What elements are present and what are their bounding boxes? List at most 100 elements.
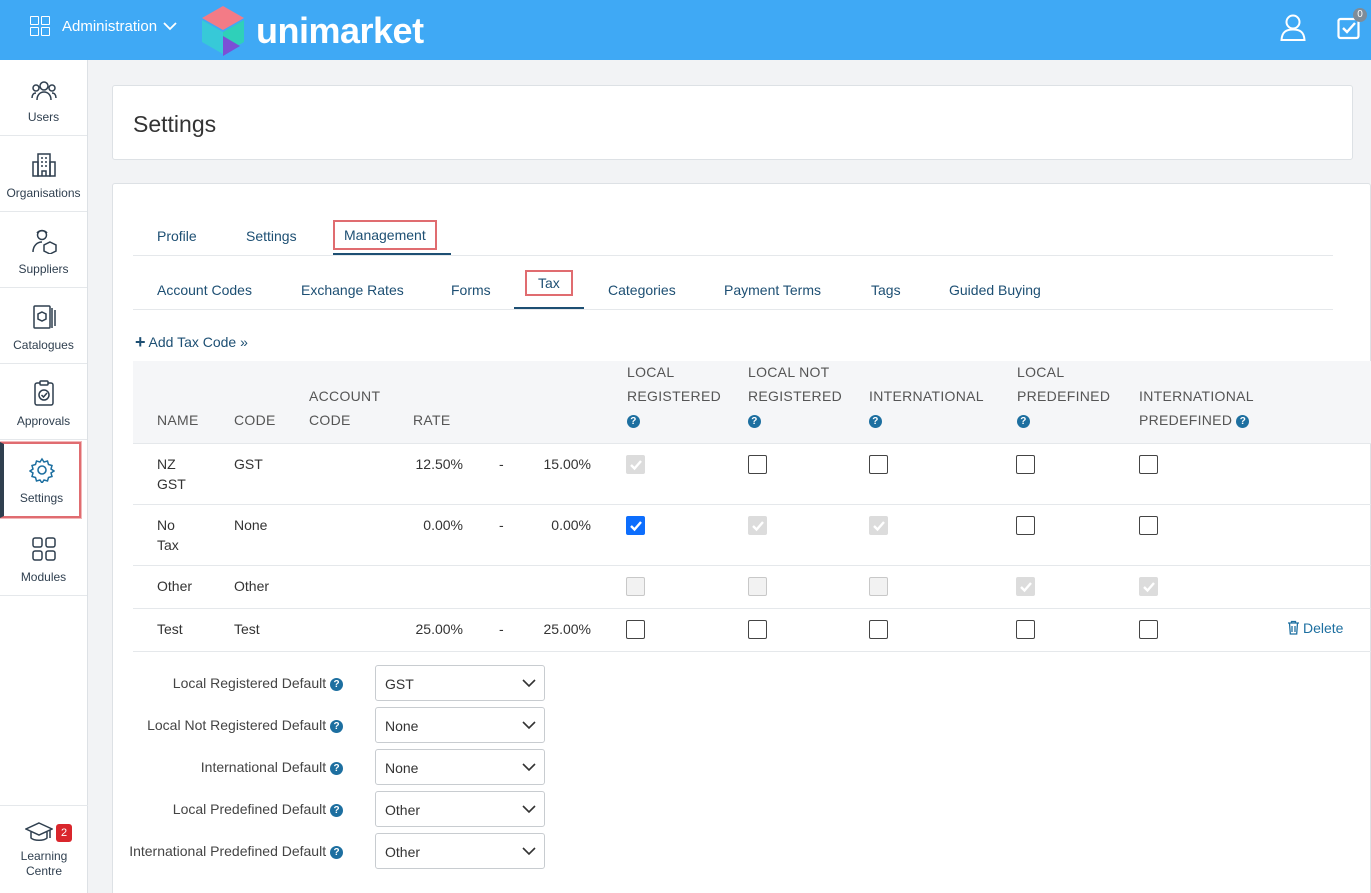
help-icon[interactable]: ? bbox=[330, 804, 343, 817]
table-row: No Tax None 0.00% - 0.00% bbox=[133, 505, 1371, 566]
sidebar-item-settings[interactable]: Settings bbox=[0, 442, 81, 518]
cell-name: NZ GST bbox=[157, 456, 186, 492]
tax-checkbox[interactable] bbox=[869, 455, 888, 474]
default-select[interactable]: GST bbox=[375, 665, 545, 701]
user-profile-icon[interactable] bbox=[1280, 14, 1306, 42]
help-icon[interactable]: ? bbox=[330, 846, 343, 859]
help-icon[interactable]: ? bbox=[330, 678, 343, 691]
default-label: Local Not Registered Default ? bbox=[113, 717, 343, 733]
delete-button[interactable]: Delete bbox=[1287, 620, 1343, 636]
cell-name: No Tax bbox=[157, 517, 179, 553]
tax-checkbox[interactable] bbox=[748, 620, 767, 639]
sidebar-item-label: Users bbox=[27, 110, 60, 124]
trash-icon bbox=[1288, 620, 1299, 635]
subtab-categories[interactable]: Categories bbox=[608, 282, 676, 298]
cell-rate-dash: - bbox=[499, 621, 504, 637]
subtab-guided-buying[interactable]: Guided Buying bbox=[949, 282, 1041, 298]
chevron-down-icon bbox=[522, 847, 536, 856]
default-label: International Default ? bbox=[113, 759, 343, 775]
subtab-tags[interactable]: Tags bbox=[871, 282, 901, 298]
chevron-down-icon bbox=[522, 679, 536, 688]
chevron-down-icon bbox=[163, 21, 177, 30]
plus-icon: + bbox=[135, 332, 146, 352]
help-icon[interactable]: ? bbox=[869, 415, 882, 428]
header-rate: RATE bbox=[413, 412, 451, 428]
administration-label: Administration bbox=[62, 17, 158, 35]
users-icon bbox=[30, 81, 57, 101]
cell-rate-max: 0.00% bbox=[551, 517, 591, 533]
sidebar-item-users[interactable]: Users bbox=[0, 60, 87, 136]
tasks-badge: 0 bbox=[1353, 8, 1367, 22]
catalogue-icon bbox=[32, 305, 56, 329]
add-tax-code-link[interactable]: + Add Tax Code » bbox=[135, 332, 248, 353]
header-account: ACCOUNT CODE bbox=[309, 388, 381, 428]
page-title-card: Settings bbox=[112, 85, 1353, 160]
logo-text: unimarket bbox=[256, 10, 424, 51]
tax-checkbox[interactable] bbox=[748, 455, 767, 474]
tax-checkbox[interactable] bbox=[1016, 455, 1035, 474]
header-local-registered: LOCAL REGISTERED? bbox=[627, 364, 722, 428]
gear-icon bbox=[28, 457, 55, 483]
logo-mark-icon bbox=[202, 6, 244, 56]
default-select[interactable]: None bbox=[375, 707, 545, 743]
table-row: Other Other bbox=[133, 566, 1371, 609]
cell-rate-min: 25.00% bbox=[415, 621, 463, 637]
approval-icon bbox=[33, 380, 54, 406]
cell-rate-min: 12.50% bbox=[415, 456, 463, 472]
tab-profile[interactable]: Profile bbox=[157, 228, 197, 244]
tax-checkbox bbox=[1016, 577, 1035, 596]
help-icon[interactable]: ? bbox=[330, 762, 343, 775]
tax-checkbox[interactable] bbox=[1139, 455, 1158, 474]
sidebar-item-catalogues[interactable]: Catalogues bbox=[0, 288, 87, 364]
learning-badge: 2 bbox=[56, 824, 72, 842]
sidebar-item-modules[interactable]: Modules bbox=[0, 520, 87, 596]
tax-checkbox bbox=[626, 455, 645, 474]
subtab-payment-terms[interactable]: Payment Terms bbox=[724, 282, 821, 298]
help-icon[interactable]: ? bbox=[330, 720, 343, 733]
learning-label-1: Learning bbox=[20, 848, 68, 863]
help-icon[interactable]: ? bbox=[627, 415, 640, 428]
administration-menu[interactable]: Administration bbox=[30, 16, 177, 36]
chevron-down-icon bbox=[522, 721, 536, 730]
subtab-account-codes[interactable]: Account Codes bbox=[157, 282, 252, 298]
add-tax-code-label: Add Tax Code » bbox=[148, 334, 248, 350]
cell-rate-max: 25.00% bbox=[543, 621, 591, 637]
tab-management[interactable]: Management bbox=[333, 220, 437, 250]
default-select[interactable]: Other bbox=[375, 833, 545, 869]
cell-code: None bbox=[234, 517, 268, 533]
tab-active-indicator bbox=[333, 253, 451, 255]
sidebar-item-organisations[interactable]: Organisations bbox=[0, 136, 87, 212]
sidebar-item-approvals[interactable]: Approvals bbox=[0, 364, 87, 440]
subtab-exchange-rates[interactable]: Exchange Rates bbox=[301, 282, 404, 298]
sidebar-item-label: Suppliers bbox=[18, 262, 69, 276]
tax-checkbox[interactable] bbox=[1016, 516, 1035, 535]
help-icon[interactable]: ? bbox=[748, 415, 761, 428]
cell-rate-min: 0.00% bbox=[423, 517, 463, 533]
header-international: INTERNATIONAL? bbox=[869, 388, 984, 428]
cell-name: Test bbox=[157, 621, 183, 637]
cell-code: GST bbox=[234, 456, 263, 472]
subtab-forms[interactable]: Forms bbox=[451, 282, 491, 298]
tax-checkbox[interactable] bbox=[1139, 516, 1158, 535]
sidebar-item-learning-centre[interactable]: Learning Centre 2 bbox=[0, 805, 88, 893]
cell-rate-max: 15.00% bbox=[543, 456, 591, 472]
tax-checkbox[interactable] bbox=[869, 620, 888, 639]
tax-checkbox[interactable] bbox=[1016, 620, 1035, 639]
subtab-tax[interactable]: Tax bbox=[525, 270, 573, 296]
header-local-not-registered: LOCAL NOT REGISTERED? bbox=[748, 364, 843, 428]
tab-settings[interactable]: Settings bbox=[246, 228, 297, 244]
secondary-tabs: Account Codes Exchange Rates Forms Tax C… bbox=[133, 270, 1333, 310]
unimarket-logo[interactable]: unimarket bbox=[200, 6, 424, 56]
tax-table-header: NAME CODE ACCOUNT CODE RATE LOCAL REGISTER… bbox=[133, 361, 1371, 444]
sidebar-item-suppliers[interactable]: Suppliers bbox=[0, 212, 87, 288]
default-label: Local Registered Default ? bbox=[113, 675, 343, 691]
default-select[interactable]: Other bbox=[375, 791, 545, 827]
table-row: Test Test 25.00% - 25.00% Delete bbox=[133, 609, 1371, 652]
tax-checkbox[interactable] bbox=[1139, 620, 1158, 639]
help-icon[interactable]: ? bbox=[1236, 415, 1250, 428]
tax-checkbox[interactable] bbox=[626, 620, 645, 639]
default-select[interactable]: None bbox=[375, 749, 545, 785]
tax-checkbox[interactable] bbox=[626, 516, 645, 535]
help-icon[interactable]: ? bbox=[1017, 415, 1030, 428]
supplier-icon bbox=[31, 229, 57, 254]
